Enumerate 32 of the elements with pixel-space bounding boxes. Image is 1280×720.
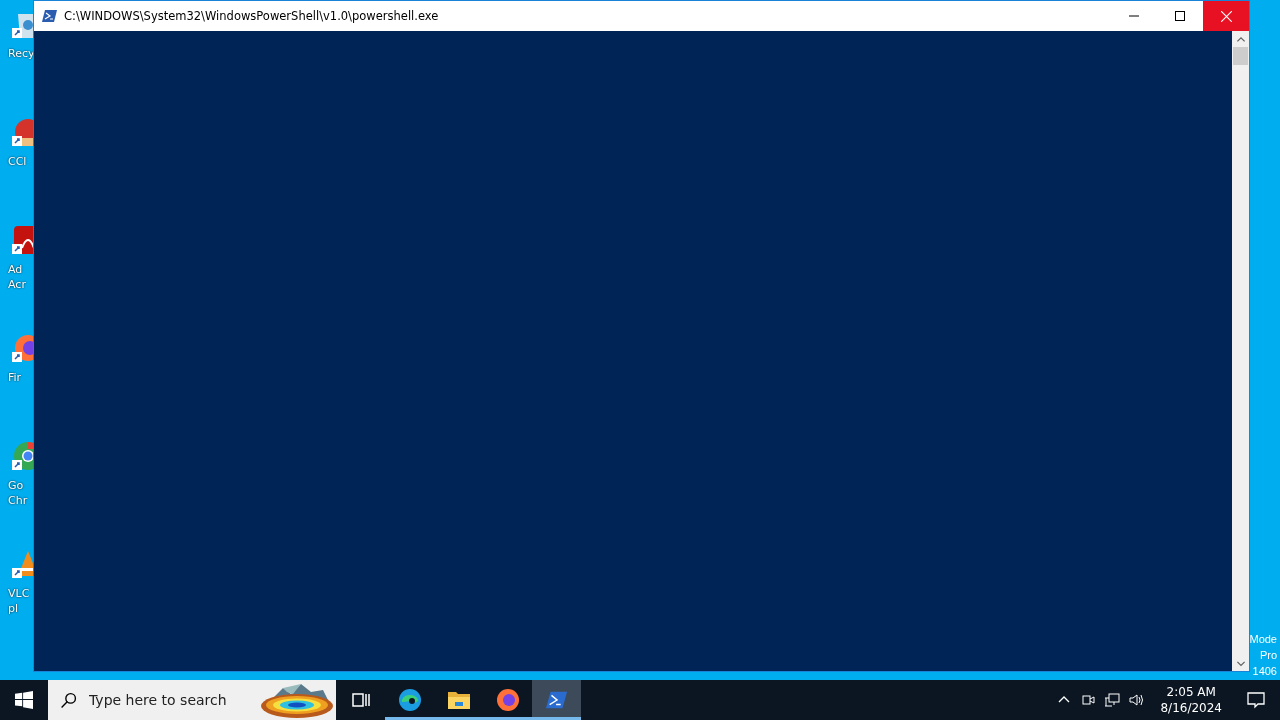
icon-label: Acr	[8, 277, 26, 292]
browser-icon	[397, 688, 422, 712]
clock[interactable]: 2:05 AM 8/16/2024	[1154, 683, 1228, 717]
windows-logo-icon	[15, 691, 33, 709]
network-icon[interactable]	[1104, 692, 1121, 708]
icon-label: Go	[8, 478, 24, 493]
activation-text: 1406	[1252, 664, 1277, 679]
app-icon[interactable]	[12, 224, 33, 256]
activation-text: Pro	[1259, 648, 1277, 663]
icon-label: Fir	[8, 370, 22, 385]
search-icon	[60, 691, 77, 709]
notification-icon[interactable]	[1246, 690, 1266, 710]
close-icon	[1220, 10, 1232, 22]
search-field[interactable]: Type here to search	[48, 680, 336, 720]
search-input[interactable]: Type here to search	[87, 691, 251, 709]
scrollbar[interactable]	[1232, 31, 1249, 671]
camera-icon[interactable]	[1080, 692, 1097, 708]
icon-label: Ad	[8, 262, 23, 277]
scroll-thumb[interactable]	[1233, 47, 1248, 65]
icon-label: pl	[8, 601, 19, 616]
browser-icon	[495, 688, 520, 712]
terminal-icon	[545, 689, 568, 711]
task-view-icon	[350, 690, 371, 710]
icon-label: Recy	[8, 46, 35, 61]
window-title: C:\WINDOWS\System32\WindowsPowerShell\v1.0\powershell.exe	[64, 9, 440, 23]
icon-label: Chr	[8, 493, 28, 508]
maximize-icon	[1175, 11, 1185, 21]
powershell-icon	[42, 8, 58, 24]
activation-text: Mode	[1249, 632, 1277, 647]
icon-label: VLC	[8, 586, 30, 601]
icon-label: CCl	[8, 154, 27, 169]
volume-icon[interactable]	[1128, 692, 1145, 708]
